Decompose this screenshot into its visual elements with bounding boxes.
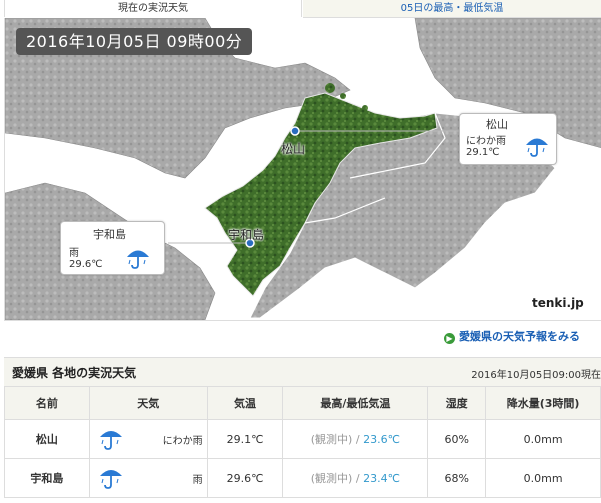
header-temp: 気温 xyxy=(206,386,284,420)
callout-uwajima[interactable]: 宇和島 雨 29.6℃ xyxy=(60,221,165,275)
callout-city-name: 松山 xyxy=(486,118,508,131)
tab-current-weather[interactable]: 現在の実況天気 xyxy=(4,0,302,17)
table-row: 松山 にわか雨 29.1℃ (観測中) / 23.6℃ 60% 0.0mm xyxy=(4,419,601,459)
forecast-link-text[interactable]: 愛媛県の天気予報をみる xyxy=(459,330,580,343)
tab-max-min-temp[interactable]: 05日の最高・最低気温 xyxy=(303,0,601,18)
weather-text: 雨 xyxy=(192,475,203,486)
observation-timestamp: 2016年10月05日 09時00分 xyxy=(16,28,253,55)
max-min-cell: (観測中) / 23.6℃ xyxy=(282,419,429,459)
city-name-link[interactable]: 宇和島 xyxy=(4,458,90,498)
humidity-cell: 60% xyxy=(427,419,487,459)
city-name-link[interactable]: 松山 xyxy=(4,419,90,459)
observations-header: 愛媛県 各地の実況天気 2016年10月05日09:00現在 xyxy=(4,357,601,387)
min-temp: 23.6℃ xyxy=(363,433,400,446)
map-city-label-matsuyama: 松山 xyxy=(281,142,306,156)
table-header-row: 名前 天気 気温 最高/最低気温 湿度 降水量(3時間) xyxy=(4,386,601,420)
table-row: 宇和島 雨 29.6℃ (観測中) / 23.4℃ 68% 0.0mm xyxy=(4,458,601,498)
umbrella-rain-icon xyxy=(524,132,550,162)
header-humidity: 湿度 xyxy=(427,386,487,420)
umbrella-rain-icon xyxy=(98,425,124,456)
weather-tabs: 現在の実況天気 05日の最高・最低気温 xyxy=(0,0,601,18)
callout-temp: 29.1℃ xyxy=(466,147,500,158)
weather-cell: 雨 xyxy=(88,458,208,498)
max-temp: (観測中) xyxy=(310,433,353,446)
map-city-label-uwajima: 宇和島 xyxy=(228,228,265,242)
temp-cell: 29.1℃ xyxy=(206,419,284,459)
umbrella-rain-icon xyxy=(98,464,124,495)
observations-title: 愛媛県 各地の実況天気 xyxy=(12,366,137,380)
forecast-link[interactable]: ▶ 愛媛県の天気予報をみる xyxy=(444,328,580,344)
callout-matsuyama[interactable]: 松山 にわか雨 29.1℃ xyxy=(459,113,557,165)
header-precip: 降水量(3時間) xyxy=(485,386,601,420)
weather-cell: にわか雨 xyxy=(88,419,208,459)
callout-weather: 雨 xyxy=(69,248,79,259)
header-name: 名前 xyxy=(4,386,90,420)
separator: / xyxy=(355,472,360,485)
temp-cell: 29.6℃ xyxy=(206,458,284,498)
observations-time: 2016年10月05日09:00現在 xyxy=(471,370,601,381)
humidity-cell: 68% xyxy=(427,458,487,498)
callout-weather: にわか雨 xyxy=(466,136,506,147)
max-temp: (観測中) xyxy=(310,472,353,485)
min-temp: 23.4℃ xyxy=(363,472,400,485)
precip-cell: 0.0mm xyxy=(485,458,601,498)
weather-text: にわか雨 xyxy=(162,436,203,447)
arrow-right-icon: ▶ xyxy=(444,333,455,344)
max-min-cell: (観測中) / 23.4℃ xyxy=(282,458,429,498)
observations-table: 名前 天気 気温 最高/最低気温 湿度 降水量(3時間) 松山 にわか雨 29.… xyxy=(4,386,601,498)
tenki-logo: tenki.jp xyxy=(532,296,584,310)
header-max-min: 最高/最低気温 xyxy=(282,386,429,420)
callout-city-name: 宇和島 xyxy=(93,228,126,241)
separator: / xyxy=(355,433,360,446)
precip-cell: 0.0mm xyxy=(485,419,601,459)
callout-temp: 29.6℃ xyxy=(69,259,103,270)
umbrella-rain-icon xyxy=(125,244,151,274)
weather-map xyxy=(4,18,601,321)
header-weather: 天気 xyxy=(88,386,208,420)
